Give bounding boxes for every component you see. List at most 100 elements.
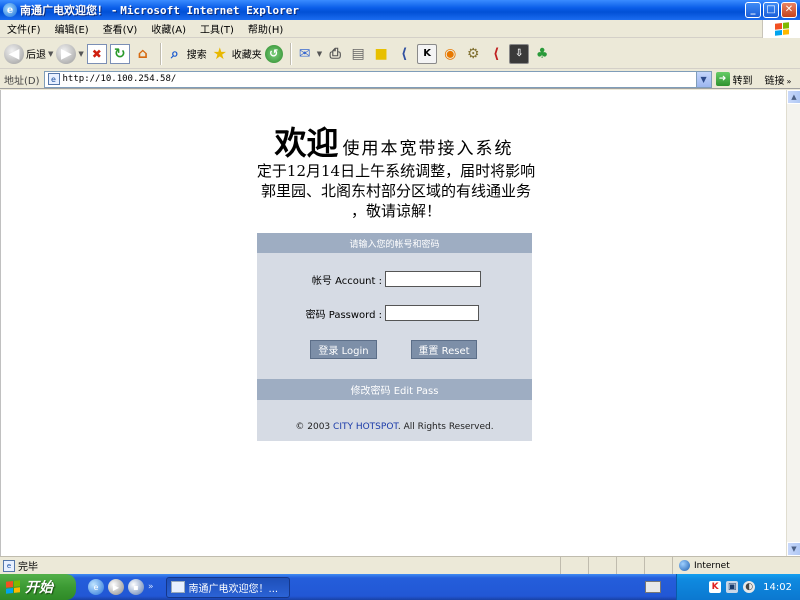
globe-icon	[679, 560, 690, 571]
forward-button[interactable]: ▶ ▼	[56, 42, 84, 66]
back-button[interactable]: ◀ 后退 ▼	[4, 42, 53, 66]
taskbar-ie-window[interactable]: 南通广电欢迎您！...	[165, 576, 290, 598]
edit-password-link[interactable]: 修改密码 Edit Pass	[257, 379, 532, 400]
gear-tool-button[interactable]: ⚙	[463, 42, 483, 66]
back-label: 后退	[26, 50, 46, 61]
login-panel: 请输入您的帐号和密码 帐号 Account : 密码 Password : 登录…	[257, 233, 532, 441]
address-dropdown-icon[interactable]: ▼	[695, 71, 711, 87]
history-icon: ↺	[264, 44, 283, 63]
window-title-app: Microsoft Internet Explorer	[120, 4, 300, 17]
forward-arrow-icon: ▶	[56, 43, 77, 64]
start-label: 开始	[25, 580, 53, 596]
login-button[interactable]: 登录 Login	[310, 340, 377, 359]
go-arrow-icon: ➜	[715, 72, 730, 86]
menu-tools[interactable]: 工具(T)	[193, 21, 241, 36]
go-button[interactable]: ➜ 转到	[715, 72, 753, 87]
toolbar: ◀ 后退 ▼ ▶ ▼ ✖ ↻ ⌂ ⌕ 搜索 ★ 收藏夹 ↺ ✉ ▼ ⎙ ▤ ■ …	[0, 39, 800, 69]
copyright-brand-link[interactable]: CITY HOTSPOT	[333, 422, 398, 432]
search-icon: ⌕	[170, 45, 179, 62]
sound-icon[interactable]: ◐	[743, 581, 756, 593]
stop-icon: ✖	[86, 43, 107, 64]
swoosh-icon: ⟨	[400, 45, 408, 62]
stop-button[interactable]: ✖	[86, 42, 107, 66]
scroll-up-icon[interactable]: ▲	[787, 90, 800, 104]
account-label: 帐号 Account :	[311, 275, 382, 287]
back-arrow-icon: ◀	[4, 43, 24, 64]
orange-tool-button[interactable]: ◉	[440, 42, 460, 66]
zone-label: Internet	[694, 560, 730, 571]
window-title: 南通广电欢迎您！ - Microsoft Internet Explorer	[20, 2, 299, 18]
search-button[interactable]: ⌕ 搜索	[165, 42, 207, 66]
mail-button[interactable]: ✉ ▼	[295, 42, 322, 66]
menu-view[interactable]: 查看(V)	[96, 21, 145, 36]
desktop-quicklaunch-icon[interactable]: ▪	[128, 579, 144, 595]
ie-icon: e	[3, 3, 17, 17]
password-input[interactable]	[385, 305, 479, 321]
history-button[interactable]: ↺	[264, 42, 283, 66]
keyboard-icon[interactable]	[645, 581, 661, 593]
welcome-heading: 欢迎 使用本宽带接入系统	[1, 118, 787, 164]
minimize-button[interactable]: _	[745, 2, 761, 18]
red-bird-tool-button[interactable]: ⟨	[486, 42, 506, 66]
home-button[interactable]: ⌂	[133, 42, 153, 66]
menu-help[interactable]: 帮助(H)	[241, 21, 290, 36]
network-icon[interactable]: ▣	[726, 581, 739, 593]
account-input[interactable]	[385, 271, 481, 287]
favorites-label: 收藏夹	[231, 50, 262, 61]
links-button[interactable]: 链接»	[765, 72, 792, 87]
windows-flag-icon	[6, 580, 20, 594]
close-button[interactable]: ✕	[781, 2, 797, 18]
k-tool-button[interactable]: K	[417, 42, 438, 66]
task-label: 南通广电欢迎您！...	[188, 583, 279, 595]
status-text: 完毕	[18, 562, 38, 573]
maximize-button[interactable]: □	[763, 2, 779, 18]
account-row: 帐号 Account :	[257, 271, 532, 287]
messenger-people-icon: ♣	[535, 45, 549, 62]
address-input[interactable]: e http://10.100.254.58/ ▼	[43, 70, 712, 88]
login-buttons: 登录 Login 重置 Reset	[257, 340, 532, 360]
refresh-button[interactable]: ↻	[109, 42, 130, 66]
address-bar: 地址(D) e http://10.100.254.58/ ▼ ➜ 转到 链接»	[0, 70, 800, 89]
discuss-button[interactable]: ■	[371, 42, 391, 66]
print-button[interactable]: ⎙	[325, 42, 345, 66]
toolbar-separator	[159, 42, 161, 65]
quick-launch: e ▶ ▪ »	[88, 579, 154, 595]
copyright-footer: © 2003 CITY HOTSPOT. All Rights Reserved…	[257, 422, 532, 432]
status-bar: e 完毕 Internet	[0, 556, 800, 574]
window-title-bar[interactable]: e 南通广电欢迎您！ - Microsoft Internet Explorer…	[0, 0, 800, 20]
star-icon: ★	[212, 44, 227, 63]
start-button[interactable]: 开始	[0, 574, 76, 600]
favorites-button[interactable]: ★ 收藏夹	[210, 42, 262, 66]
page-icon: e	[47, 73, 60, 85]
bird-tool-button[interactable]: ⟨	[394, 42, 414, 66]
status-cells	[560, 557, 672, 574]
download-tool-button[interactable]: ⇩	[509, 42, 530, 66]
download-icon: ⇩	[509, 43, 530, 64]
refresh-icon: ↻	[109, 43, 130, 64]
ie-quicklaunch-icon[interactable]: e	[88, 579, 104, 595]
window-title-sep: -	[108, 4, 121, 17]
mail-dropdown-icon[interactable]: ▼	[317, 50, 322, 58]
address-label: 地址(D)	[4, 75, 40, 87]
copyright-prefix: © 2003	[295, 422, 334, 432]
k-app-icon: K	[417, 43, 438, 64]
back-dropdown-icon[interactable]: ▼	[48, 50, 53, 58]
reset-button[interactable]: 重置 Reset	[411, 340, 477, 359]
mail-icon: ✉	[298, 45, 311, 62]
edit-button[interactable]: ▤	[348, 42, 368, 66]
media-quicklaunch-icon[interactable]: ▶	[108, 579, 124, 595]
password-label: 密码 Password :	[305, 309, 382, 321]
menu-edit[interactable]: 编辑(E)	[48, 21, 96, 36]
scroll-down-icon[interactable]: ▼	[787, 542, 800, 556]
gear-icon: ⚙	[466, 45, 480, 62]
vertical-scrollbar[interactable]: ▲ ▼	[786, 90, 800, 556]
quicklaunch-more-icon[interactable]: »	[148, 582, 154, 592]
antivirus-icon[interactable]: K	[709, 581, 722, 593]
forward-dropdown-icon[interactable]: ▼	[78, 50, 83, 58]
password-row: 密码 Password :	[257, 305, 532, 321]
windows-logo-icon	[762, 20, 800, 38]
links-chevron-icon: »	[786, 76, 792, 86]
menu-favorites[interactable]: 收藏(A)	[144, 21, 193, 36]
messenger-button[interactable]: ♣	[532, 42, 552, 66]
menu-file[interactable]: 文件(F)	[0, 21, 48, 36]
